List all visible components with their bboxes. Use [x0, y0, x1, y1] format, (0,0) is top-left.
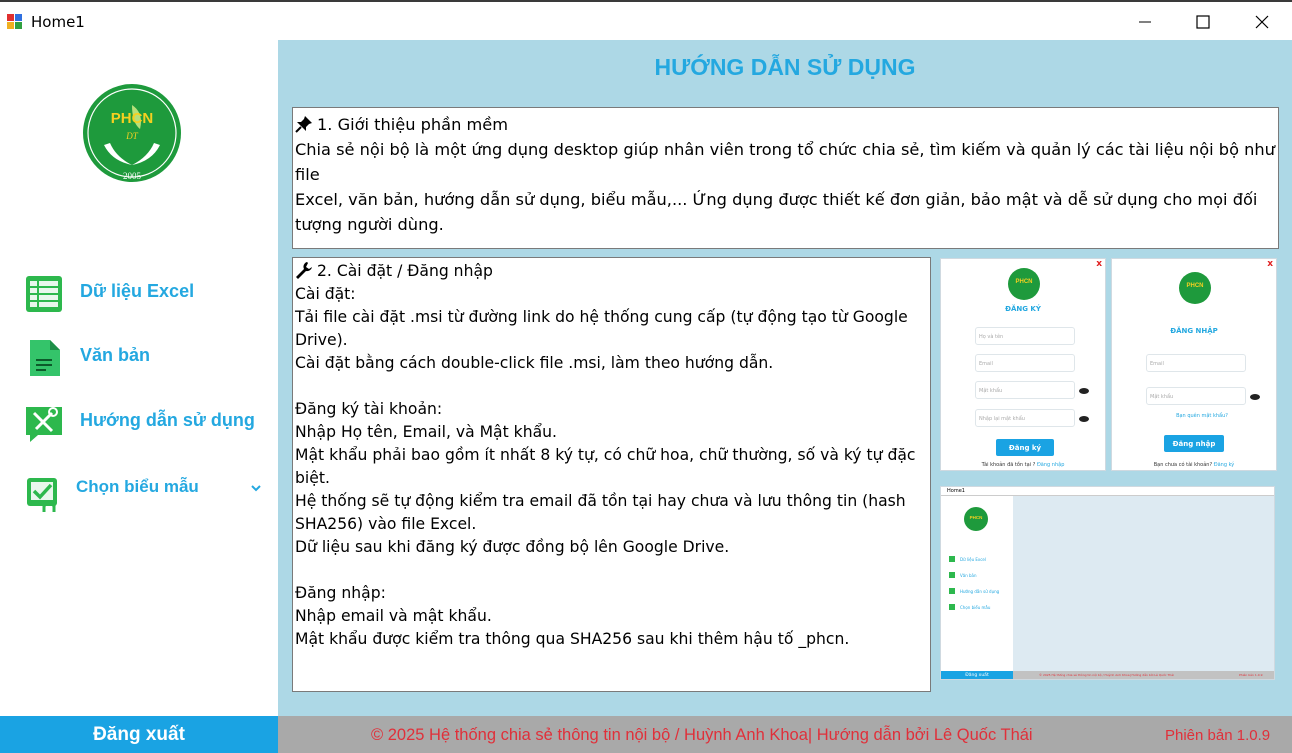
eye-icon: [1079, 388, 1089, 394]
register-title: ĐĂNG KÝ: [1005, 305, 1041, 313]
eye-icon: [1079, 416, 1089, 422]
install-line: SHA256) vào file Excel.: [295, 515, 477, 533]
install-line: [295, 375, 928, 398]
register-button: Đăng ký: [996, 439, 1054, 456]
password-field: Mật khẩu: [975, 381, 1075, 399]
logo-year: 2005: [123, 171, 142, 181]
install-line: Dữ liệu sau khi đăng ký được đồng bộ lên…: [295, 538, 730, 556]
install-line: Đăng ký tài khoản:: [295, 400, 443, 418]
minimize-icon: [1139, 21, 1151, 23]
intro-heading: 1. Giới thiệu phần mềm: [295, 112, 1276, 137]
install-line: Đăng nhập:: [295, 584, 386, 602]
email-field: Email: [975, 354, 1075, 372]
login-footer: Bạn chưa có tài khoản? Đăng ký: [1153, 462, 1235, 468]
svg-text:PHCN: PHCN: [1186, 283, 1203, 289]
home-preview-image: Home1 PHCN Dữ liệu Excel Văn bản Hướng d…: [940, 486, 1275, 680]
tools-icon: [24, 403, 64, 443]
window-title: Home1: [31, 13, 85, 31]
eye-icon: [1250, 394, 1260, 400]
login-button: Đăng nhập: [1164, 435, 1224, 452]
intro-line: Chia sẻ nội bộ là một ứng dụng desktop g…: [295, 140, 1275, 184]
document-icon: [24, 338, 64, 378]
forgot-link: Bạn quên mật khẩu?: [1176, 413, 1228, 419]
title-bar: Home1: [0, 0, 1292, 40]
close-icon: x: [1267, 259, 1273, 269]
close-icon: [1255, 15, 1269, 29]
home-preview-sidebar: PHCN Dữ liệu Excel Văn bản Hướng dẫn sử …: [941, 496, 1013, 679]
logo-icon: PHCN: [1008, 268, 1040, 300]
maximize-button[interactable]: [1174, 4, 1232, 40]
sidebar-item-documents[interactable]: Văn bản: [0, 332, 278, 382]
logo: PHCN DT 2005: [82, 83, 182, 183]
sidebar: PHCN DT 2005 Dữ liệu Excel Văn bản Hướng…: [0, 40, 278, 716]
logout-button[interactable]: Đăng xuất: [0, 716, 278, 753]
chevron-down-icon[interactable]: [250, 484, 262, 492]
install-line: biệt.: [295, 469, 330, 487]
main-panel: HƯỚNG DẪN SỬ DỤNG 1. Giới thiệu phần mềm…: [278, 40, 1292, 716]
sidebar-item-label: Dữ liệu Excel: [80, 281, 195, 301]
sidebar-item-label: Chọn biểu mẫu: [76, 477, 199, 496]
password-field: Mật khẩu: [1146, 387, 1246, 405]
login-preview-image: x PHCN ĐĂNG NHẬP Email Mật khẩu Bạn quên…: [1111, 258, 1277, 471]
logo-icon: PHCN: [964, 507, 988, 531]
install-line: Cài đặt:: [295, 285, 356, 303]
install-line: Tải file cài đặt .msi từ đường link do h…: [295, 308, 908, 326]
copyright-text: © 2025 Hệ thống chia sẻ thông tin nội bộ…: [371, 726, 1033, 744]
install-line: Nhập Họ tên, Email, và Mật khẩu.: [295, 423, 557, 441]
sidebar-item-guide[interactable]: Hướng dẫn sử dụng: [0, 397, 278, 447]
email-field: Email: [1146, 354, 1246, 372]
logo-icon: PHCN: [1179, 272, 1211, 304]
intro-line: Excel, văn bản, hướng dẫn sử dụng, biểu …: [295, 190, 1258, 209]
version-label: Phiên bản 1.0.9: [1165, 727, 1271, 744]
sidebar-item-label: Văn bản: [80, 345, 151, 365]
page-title: HƯỚNG DẪN SỬ DỤNG: [654, 54, 916, 80]
form-check-icon: [24, 472, 64, 512]
install-line: Hệ thống sẽ tự động kiểm tra email đã tồ…: [295, 492, 906, 510]
install-line: [295, 559, 928, 582]
install-line: Cài đặt bằng cách double-click file .msi…: [295, 354, 774, 372]
install-line: Mật khẩu được kiểm tra thông qua SHA256 …: [295, 630, 850, 648]
name-field: Họ và tên: [975, 327, 1075, 345]
install-textbox[interactable]: 2. Cài đặt / Đăng nhập Cài đặt: Tải file…: [292, 257, 931, 692]
app-icon: [7, 14, 23, 30]
confirm-password-field: Nhập lại mật khẩu: [975, 409, 1075, 427]
install-heading: 2. Cài đặt / Đăng nhập: [295, 260, 928, 283]
maximize-icon: [1196, 15, 1210, 29]
svg-text:PHCN: PHCN: [970, 515, 983, 520]
sidebar-item-forms[interactable]: Chọn biểu mẫu: [0, 466, 278, 516]
sidebar-item-label: Hướng dẫn sử dụng: [80, 410, 255, 430]
svg-text:PHCN: PHCN: [1015, 279, 1032, 285]
wrench-icon: [296, 262, 312, 279]
home-preview-logout: Đăng xuất: [941, 671, 1013, 679]
install-line: Drive).: [295, 331, 348, 349]
excel-grid-icon: [24, 274, 64, 314]
minimize-button[interactable]: [1116, 4, 1174, 40]
login-title: ĐĂNG NHẬP: [1170, 327, 1218, 335]
install-line: Mật khẩu phải bao gồm ít nhất 8 ký tự, c…: [295, 446, 916, 464]
close-icon: x: [1096, 259, 1102, 269]
logo-text: PHCN: [111, 110, 154, 127]
sidebar-item-excel[interactable]: Dữ liệu Excel: [0, 268, 278, 318]
register-footer: Tài khoản đã tồn tại ? Đăng nhập: [981, 462, 1065, 468]
home-preview-footer: © 2025 Hệ thống chia sẻ thông tin nội bộ…: [1013, 671, 1274, 679]
logo-subtext: DT: [125, 131, 138, 141]
pin-icon: [295, 116, 312, 133]
install-line: Nhập email và mật khẩu.: [295, 607, 492, 625]
register-preview-image: x PHCN ĐĂNG KÝ Họ và tên Email Mật khẩu …: [940, 258, 1106, 471]
intro-textbox[interactable]: 1. Giới thiệu phần mềm Chia sẻ nội bộ là…: [292, 107, 1279, 249]
intro-line: tượng người dùng.: [295, 215, 444, 234]
home-preview-title: Home1: [947, 488, 965, 494]
close-button[interactable]: [1233, 4, 1291, 40]
status-footer: © 2025 Hệ thống chia sẻ thông tin nội bộ…: [278, 716, 1292, 753]
